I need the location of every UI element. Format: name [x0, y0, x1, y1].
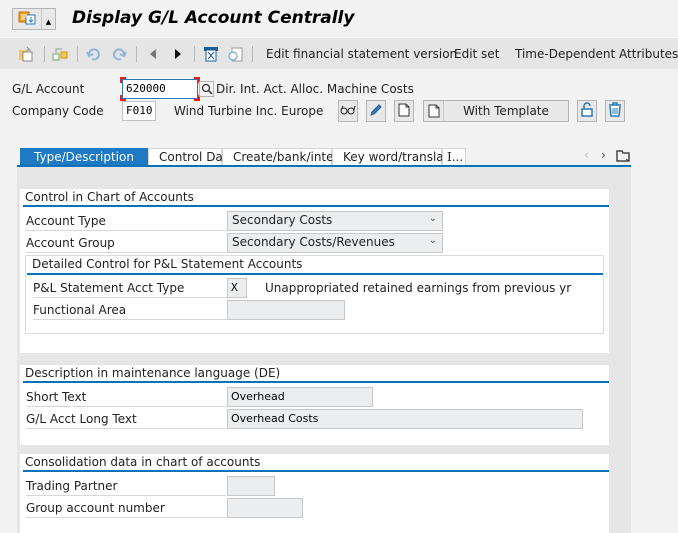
menu-button[interactable]: ▲ — [12, 8, 56, 30]
pl-acct-type-description: Unappropriated retained earnings from pr… — [265, 281, 572, 295]
toolbar-separator — [44, 46, 45, 62]
short-text-field[interactable]: Overhead — [227, 387, 373, 407]
description-group-title: Description in maintenance language (DE) — [25, 366, 281, 380]
tab-list-icon[interactable] — [616, 149, 630, 165]
short-text-label: Short Text — [26, 390, 87, 404]
group-account-label: Group account number — [26, 501, 165, 515]
control-group-title: Control in Chart of Accounts — [25, 190, 194, 204]
new-document-icon — [424, 101, 444, 121]
chevron-down-icon: ⌄ — [428, 213, 437, 224]
trading-partner-field[interactable] — [227, 476, 275, 496]
functional-area-label: Functional Area — [33, 303, 127, 317]
tab-key-word-translation[interactable]: Key word/translation — [332, 148, 467, 166]
undo-icon[interactable] — [86, 46, 102, 62]
toolbar-separator — [136, 46, 137, 62]
dropdown-icon: ▲ — [41, 9, 55, 29]
description-group: Description in maintenance language (DE)… — [20, 365, 609, 445]
account-group-label: Account Group — [26, 236, 115, 250]
gl-account-label: G/L Account — [12, 82, 85, 96]
group-rule — [27, 273, 603, 275]
long-text-field[interactable]: Overhead Costs — [227, 409, 583, 429]
account-group-select[interactable]: Secondary Costs/Revenues ⌄ — [227, 233, 443, 253]
group-rule — [23, 381, 609, 383]
gl-account-description: Dir. Int. Act. Alloc. Machine Costs — [216, 82, 414, 96]
pl-acct-type-label: P&L Statement Acct Type — [33, 281, 185, 295]
company-name: Wind Turbine Inc. Europe — [174, 104, 324, 118]
with-template-button[interactable]: With Template — [423, 100, 569, 122]
title-bar: ▲ Display G/L Account Centrally — [0, 0, 678, 36]
row-divider — [26, 406, 226, 407]
menu-icon — [13, 9, 41, 29]
toolbar-separator — [252, 46, 253, 62]
lock-icon — [580, 101, 594, 121]
tab-control-data[interactable]: Control Data — [148, 148, 235, 166]
pencil-icon — [369, 103, 383, 120]
previous-icon[interactable] — [145, 46, 161, 62]
group-rule — [23, 205, 609, 207]
financial-statement-icon[interactable] — [203, 46, 219, 62]
tab-create-bank-interest[interactable]: Create/bank/interest — [222, 148, 357, 166]
other-object-icon[interactable] — [18, 46, 34, 62]
tab-type-description[interactable]: Type/Description — [20, 148, 148, 166]
delete-button[interactable] — [605, 100, 625, 122]
row-divider — [33, 297, 227, 298]
long-text-label: G/L Acct Long Text — [26, 412, 137, 426]
group-rule — [23, 470, 609, 472]
display-object-icon[interactable] — [227, 46, 243, 62]
page-title: Display G/L Account Centrally — [72, 8, 355, 28]
toolbar-separator — [77, 46, 78, 62]
row-divider — [26, 252, 226, 253]
row-divider — [26, 495, 226, 496]
pl-control-subgroup: Detailed Control for P&L Statement Accou… — [25, 255, 604, 334]
row-divider — [26, 230, 226, 231]
change-button[interactable] — [366, 100, 386, 122]
account-group-value: Secondary Costs/Revenues — [232, 235, 395, 249]
tab-scroll-right-icon[interactable]: › — [601, 148, 606, 162]
next-icon[interactable] — [170, 46, 186, 62]
consolidation-group: Consolidation data in chart of accounts … — [20, 454, 609, 533]
row-divider — [26, 428, 226, 429]
row-divider — [33, 319, 227, 320]
glasses-icon — [340, 104, 356, 119]
account-type-value: Secondary Costs — [232, 213, 333, 227]
control-group: Control in Chart of Accounts Account Typ… — [20, 189, 609, 353]
account-type-label: Account Type — [26, 214, 106, 228]
pl-acct-type-field[interactable]: X — [227, 278, 247, 298]
group-account-field[interactable] — [227, 498, 303, 518]
switch-icon[interactable] — [52, 46, 68, 62]
block-button[interactable] — [577, 100, 597, 122]
tab-more[interactable]: I... — [442, 148, 466, 166]
display-button[interactable] — [338, 100, 358, 122]
tab-content: Control in Chart of Accounts Account Typ… — [17, 167, 631, 533]
new-document-icon — [398, 103, 410, 120]
create-button[interactable] — [394, 100, 414, 122]
edit-fs-version-button[interactable]: Edit financial statement version — [266, 47, 457, 61]
trash-icon — [608, 101, 622, 121]
time-dependent-attributes-button[interactable]: Time-Dependent Attributes — [515, 47, 678, 61]
trading-partner-label: Trading Partner — [26, 479, 118, 493]
tab-scroll-left-icon[interactable]: ‹ — [584, 148, 589, 162]
edit-set-button[interactable]: Edit set — [454, 47, 499, 61]
toolbar-separator — [194, 46, 195, 62]
company-code-input[interactable]: F010 — [122, 101, 156, 121]
redo-icon[interactable] — [111, 46, 127, 62]
application-toolbar: Edit financial statement version Edit se… — [0, 37, 678, 69]
search-help-icon[interactable] — [199, 81, 214, 97]
with-template-label: With Template — [463, 104, 549, 118]
company-code-label: Company Code — [12, 104, 104, 118]
pl-control-title: Detailed Control for P&L Statement Accou… — [32, 257, 303, 271]
row-divider — [26, 517, 226, 518]
consolidation-group-title: Consolidation data in chart of accounts — [25, 455, 261, 469]
gl-account-input[interactable]: 620000 — [122, 79, 198, 99]
account-type-select[interactable]: Secondary Costs ⌄ — [227, 211, 443, 231]
tab-strip: Type/Description Control Data Create/ban… — [20, 148, 467, 166]
functional-area-field[interactable] — [227, 300, 345, 320]
chevron-down-icon: ⌄ — [428, 235, 437, 246]
focus-marker — [120, 77, 126, 83]
